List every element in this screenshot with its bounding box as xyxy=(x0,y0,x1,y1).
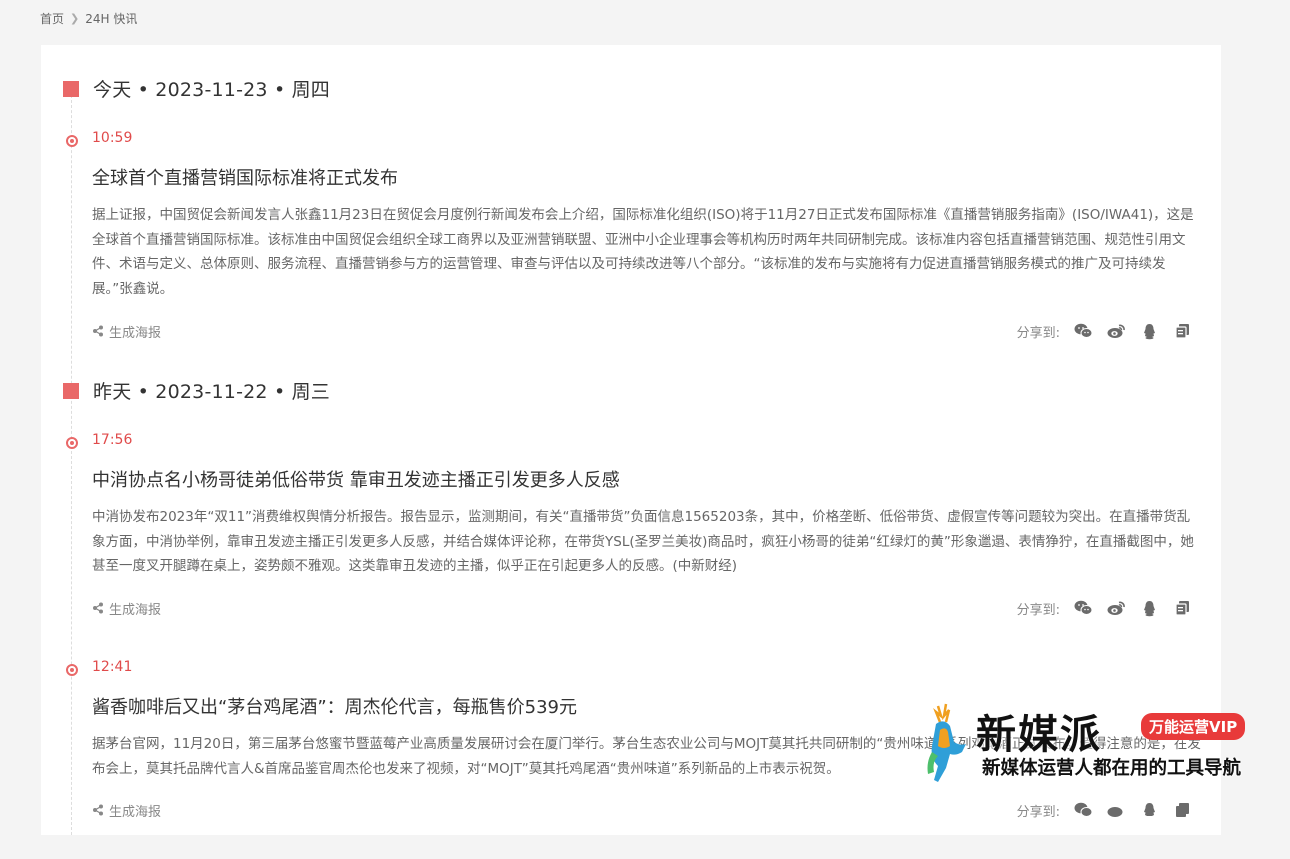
timeline-dot-icon xyxy=(66,664,78,676)
share-label: 分享到: xyxy=(1016,602,1060,618)
share-bar: 分享到: xyxy=(1017,801,1192,820)
generate-poster-label: 生成海报 xyxy=(109,602,162,618)
wechat-icon[interactable] xyxy=(1074,322,1093,341)
copy-icon[interactable] xyxy=(1173,599,1192,618)
timeline-dot-icon xyxy=(66,437,78,449)
watermark-brand: 新媒派 xyxy=(976,712,1102,758)
generate-poster-label: 生成海报 xyxy=(109,804,162,820)
news-actions: 生成海报 分享到: xyxy=(92,321,1192,341)
weibo-icon[interactable] xyxy=(1107,801,1126,820)
qq-icon[interactable] xyxy=(1140,322,1159,341)
generate-poster-button[interactable]: 生成海报 xyxy=(92,322,161,341)
deer-logo-icon xyxy=(927,703,966,782)
qq-icon[interactable] xyxy=(1140,801,1159,820)
share-bar: 分享到: xyxy=(1017,322,1192,341)
news-title[interactable]: 酱香咖啡后又出“茅台鸡尾酒”：周杰伦代言，每瓶售价539元 xyxy=(92,693,577,719)
watermark-slogan: 新媒体运营人都在用的工具导航 xyxy=(982,758,1242,779)
news-actions: 生成海报 分享到: xyxy=(92,598,1192,618)
watermark-vip-badge: 万能运营VIP xyxy=(1141,713,1246,740)
day-marker-icon xyxy=(63,80,79,97)
generate-poster-button[interactable]: 生成海报 xyxy=(92,801,161,820)
copy-icon[interactable] xyxy=(1173,322,1192,341)
day-label: 今天 • 2023-11-23 • 周四 xyxy=(93,79,330,101)
day-marker-icon xyxy=(63,382,79,399)
news-item: 10:59 全球首个直播营销国际标准将正式发布 据上证报，中国贸促会新闻发言人张… xyxy=(63,130,1203,341)
news-actions: 生成海报 分享到: xyxy=(92,800,1192,820)
watermark-overlay: 新媒派 万能运营VIP 新媒体运营人都在用的工具导航 xyxy=(916,700,1286,790)
news-body: 据上证报，中国贸促会新闻发言人张鑫11月23日在贸促会月度例行新闻发布会上介绍，… xyxy=(92,207,1194,297)
generate-poster-button[interactable]: 生成海报 xyxy=(92,599,161,618)
news-title[interactable]: 中消协点名小杨哥徒弟低俗带货 靠审丑发迹主播正引发更多人反感 xyxy=(92,466,620,492)
weibo-icon[interactable] xyxy=(1107,322,1126,341)
breadcrumb: 首页 ❯ 24H 快讯 xyxy=(40,10,137,27)
news-item: 17:56 中消协点名小杨哥徒弟低俗带货 靠审丑发迹主播正引发更多人反感 中消协… xyxy=(63,432,1203,622)
news-time: 10:59 xyxy=(92,130,133,146)
qq-icon[interactable] xyxy=(1140,599,1159,618)
chevron-right-icon: ❯ xyxy=(70,12,80,25)
share-nodes-icon xyxy=(93,325,103,337)
news-time: 17:56 xyxy=(92,432,133,448)
news-title[interactable]: 全球首个直播营销国际标准将正式发布 xyxy=(92,164,398,190)
breadcrumb-home-link[interactable]: 首页 xyxy=(40,10,64,27)
news-body: 中消协发布2023年“双11”消费维权舆情分析报告。报告显示，监测期间，有关“直… xyxy=(92,509,1194,574)
wechat-icon[interactable] xyxy=(1074,801,1093,820)
share-label: 分享到: xyxy=(1016,325,1060,341)
day-header-yesterday: 昨天 • 2023-11-22 • 周三 xyxy=(63,377,330,404)
news-time: 12:41 xyxy=(92,659,133,675)
share-label: 分享到: xyxy=(1016,804,1060,820)
share-nodes-icon xyxy=(93,804,103,816)
day-header-today: 今天 • 2023-11-23 • 周四 xyxy=(63,75,330,102)
wechat-icon[interactable] xyxy=(1074,599,1093,618)
day-label: 昨天 • 2023-11-22 • 周三 xyxy=(93,381,330,403)
share-nodes-icon xyxy=(93,602,103,614)
timeline-dot-icon xyxy=(66,135,78,147)
generate-poster-label: 生成海报 xyxy=(109,325,162,341)
share-bar: 分享到: xyxy=(1017,599,1192,618)
copy-icon[interactable] xyxy=(1173,801,1192,820)
weibo-icon[interactable] xyxy=(1107,599,1126,618)
breadcrumb-current: 24H 快讯 xyxy=(85,12,138,26)
